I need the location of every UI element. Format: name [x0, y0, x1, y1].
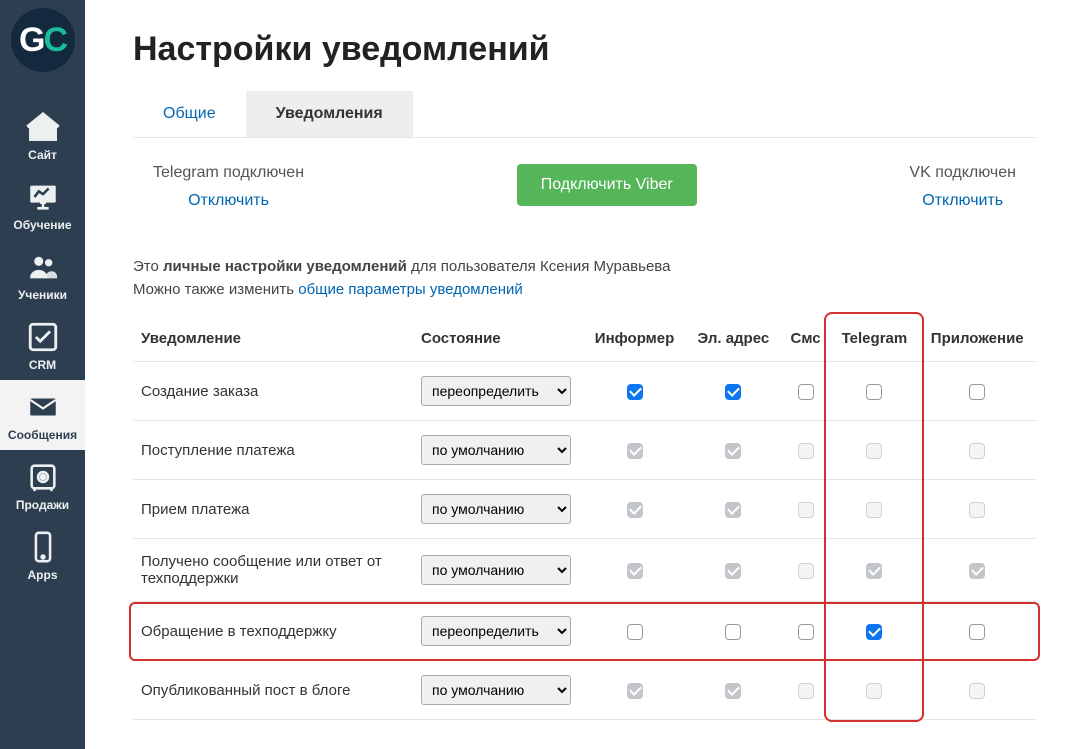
tabs: Общие Уведомления	[133, 91, 1036, 138]
col-notification: Уведомление	[133, 316, 413, 362]
nav-crm[interactable]: CRM	[0, 310, 85, 380]
row-name: Опубликованный пост в блоге	[133, 661, 413, 720]
table-row: Опубликованный пост в блоге по умолчанию	[133, 661, 1036, 720]
tab-general[interactable]: Общие	[133, 91, 246, 137]
logo-c: C	[43, 21, 66, 59]
checkbox[interactable]	[866, 624, 882, 640]
checkbox[interactable]	[866, 384, 882, 400]
home-icon	[26, 110, 60, 144]
state-select[interactable]: по умолчанию	[421, 675, 571, 705]
checkbox[interactable]	[969, 384, 985, 400]
checkbox-disabled	[969, 502, 985, 518]
telegram-status: Telegram подключен	[153, 164, 304, 182]
table-row: Получено сообщение или ответ от техподде…	[133, 539, 1036, 602]
checkbox[interactable]	[798, 624, 814, 640]
nav-learning[interactable]: Обучение	[0, 170, 85, 240]
sidebar: GC Сайт Обучение Ученики CRM Сообщения	[0, 0, 85, 749]
logo[interactable]: GC	[11, 8, 75, 72]
checkbox[interactable]	[725, 384, 741, 400]
row-name: Прием платежа	[133, 480, 413, 539]
table-row: Прием платежа по умолчанию	[133, 480, 1036, 539]
general-settings-link[interactable]: общие параметры уведомлений	[298, 281, 523, 298]
checkbox[interactable]	[627, 384, 643, 400]
telegram-block: Telegram подключен Отключить	[153, 164, 304, 210]
row-name: Поступление платежа	[133, 421, 413, 480]
checkbox-disabled	[866, 443, 882, 459]
checkbox-disabled	[725, 683, 741, 699]
logo-g: G	[19, 21, 43, 59]
col-state: Состояние	[413, 316, 583, 362]
col-sms: Смс	[781, 316, 831, 362]
state-select[interactable]: по умолчанию	[421, 494, 571, 524]
notifications-table: Уведомление Состояние Информер Эл. адрес…	[133, 316, 1036, 720]
checkbox-disabled	[725, 443, 741, 459]
nav-site[interactable]: Сайт	[0, 100, 85, 170]
checkbox-disabled	[798, 502, 814, 518]
nav-label: Сообщения	[8, 428, 77, 442]
state-select[interactable]: по умолчанию	[421, 435, 571, 465]
nav-messages[interactable]: Сообщения	[0, 380, 85, 450]
checkbox-disabled	[627, 683, 643, 699]
nav-label: Обучение	[13, 218, 71, 232]
state-select[interactable]: переопределить	[421, 616, 571, 646]
row-name: Получено сообщение или ответ от техподде…	[133, 539, 413, 602]
intro-line2: Можно также изменить общие параметры уве…	[133, 281, 1036, 298]
checkbox-disabled	[798, 683, 814, 699]
table-row: Обращение в техподдержку переопределить	[133, 602, 1036, 661]
vk-disconnect[interactable]: Отключить	[909, 192, 1016, 210]
state-select[interactable]: переопределить	[421, 376, 571, 406]
connections-row: Telegram подключен Отключить Подключить …	[133, 164, 1036, 210]
checkbox-disabled	[627, 563, 643, 579]
vk-block: VK подключен Отключить	[909, 164, 1016, 210]
checkbox-disabled	[725, 563, 741, 579]
nav-sales[interactable]: Продажи	[0, 450, 85, 520]
row-name: Обращение в техподдержку	[133, 602, 413, 661]
page-title: Настройки уведомлений	[133, 30, 1036, 69]
checkbox-disabled	[866, 683, 882, 699]
table-row: Поступление платежа по умолчанию	[133, 421, 1036, 480]
col-email: Эл. адрес	[686, 316, 781, 362]
checkbox-disabled	[627, 502, 643, 518]
row-name: Создание заказа	[133, 362, 413, 421]
safe-icon	[26, 460, 60, 494]
telegram-disconnect[interactable]: Отключить	[153, 192, 304, 210]
nav-label: CRM	[29, 358, 56, 372]
col-app: Приложение	[918, 316, 1036, 362]
chart-icon	[26, 180, 60, 214]
state-select[interactable]: по умолчанию	[421, 555, 571, 585]
intro-line1: Это личные настройки уведомлений для пол…	[133, 258, 1036, 275]
checkbox[interactable]	[798, 384, 814, 400]
checkbox-disabled	[627, 443, 643, 459]
tab-notifications[interactable]: Уведомления	[246, 91, 413, 137]
nav-apps[interactable]: Apps	[0, 520, 85, 590]
checkbox-disabled	[866, 563, 882, 579]
nav-students[interactable]: Ученики	[0, 240, 85, 310]
connect-viber-button[interactable]: Подключить Viber	[517, 164, 697, 206]
col-telegram: Telegram	[830, 316, 918, 362]
checkbox-disabled	[866, 502, 882, 518]
checkbox-disabled	[798, 443, 814, 459]
nav-label: Сайт	[28, 148, 57, 162]
checkbox[interactable]	[725, 624, 741, 640]
checkbox[interactable]	[969, 624, 985, 640]
col-informer: Информер	[583, 316, 686, 362]
checkbox-disabled	[969, 563, 985, 579]
checkbox-disabled	[969, 443, 985, 459]
main-content: Настройки уведомлений Общие Уведомления …	[85, 0, 1066, 749]
check-icon	[26, 320, 60, 354]
vk-status: VK подключен	[909, 164, 1016, 182]
nav-label: Продажи	[16, 498, 69, 512]
nav-label: Apps	[28, 568, 58, 582]
table-row: Создание заказа переопределить	[133, 362, 1036, 421]
nav-label: Ученики	[18, 288, 67, 302]
checkbox[interactable]	[627, 624, 643, 640]
checkbox-disabled	[725, 502, 741, 518]
mail-icon	[26, 390, 60, 424]
checkbox-disabled	[969, 683, 985, 699]
phone-icon	[26, 530, 60, 564]
checkbox-disabled	[798, 563, 814, 579]
users-icon	[26, 250, 60, 284]
